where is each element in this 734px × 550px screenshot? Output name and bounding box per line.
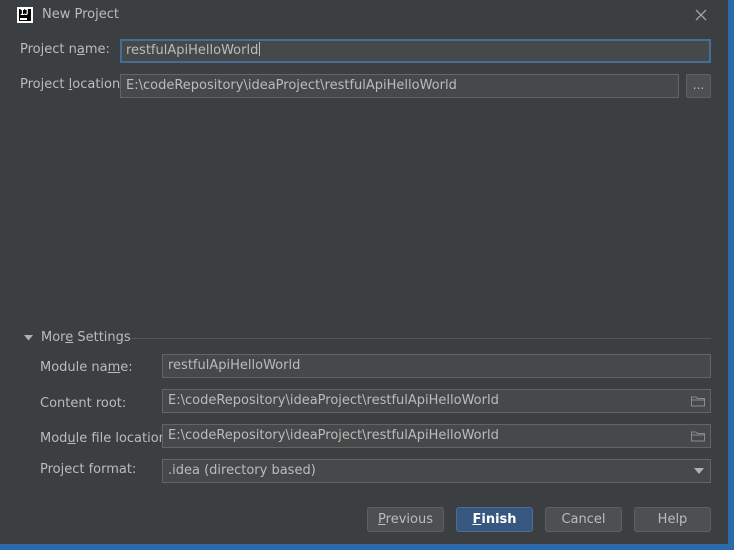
more-settings-label[interactable]: More Settings [41, 330, 131, 345]
cancel-button[interactable]: Cancel [545, 507, 622, 532]
content-root-label: Content root: [40, 396, 127, 411]
intellij-logo-icon: IJ [17, 7, 33, 23]
new-project-dialog: IJ New Project Project name: restfulApiH… [0, 0, 731, 547]
module-name-input[interactable]: restfulApiHelloWorld [162, 354, 711, 378]
help-button[interactable]: Help [634, 507, 711, 532]
window-title: New Project [42, 7, 119, 22]
folder-icon[interactable] [691, 430, 705, 442]
previous-button[interactable]: Previous [367, 507, 444, 532]
logo-text: IJ [20, 8, 29, 17]
title-bar: IJ New Project [0, 0, 728, 30]
project-format-label: Project format: [40, 462, 137, 477]
project-name-label: Project name: [20, 42, 110, 57]
close-button[interactable] [692, 6, 710, 24]
browse-location-button[interactable]: ... [686, 74, 711, 98]
project-location-input[interactable]: E:\codeRepository\ideaProject\restfulApi… [120, 74, 679, 98]
finish-button[interactable]: Finish [456, 507, 533, 532]
chevron-down-icon [694, 468, 704, 474]
folder-icon[interactable] [691, 395, 705, 407]
module-file-location-input[interactable]: E:\codeRepository\ideaProject\restfulApi… [162, 424, 711, 448]
project-location-label: Project location: [20, 77, 125, 92]
close-icon [695, 9, 707, 21]
module-name-label: Module name: [40, 360, 133, 375]
project-name-input[interactable]: restfulApiHelloWorld [120, 39, 711, 63]
text-caret [259, 42, 261, 56]
project-format-select[interactable]: .idea (directory based) [162, 459, 711, 483]
section-divider [130, 338, 711, 339]
content-root-input[interactable]: E:\codeRepository\ideaProject\restfulApi… [162, 389, 711, 413]
triangle-down-icon [24, 335, 33, 341]
more-settings-toggle[interactable] [23, 332, 35, 344]
module-file-location-label: Module file location: [40, 431, 172, 446]
